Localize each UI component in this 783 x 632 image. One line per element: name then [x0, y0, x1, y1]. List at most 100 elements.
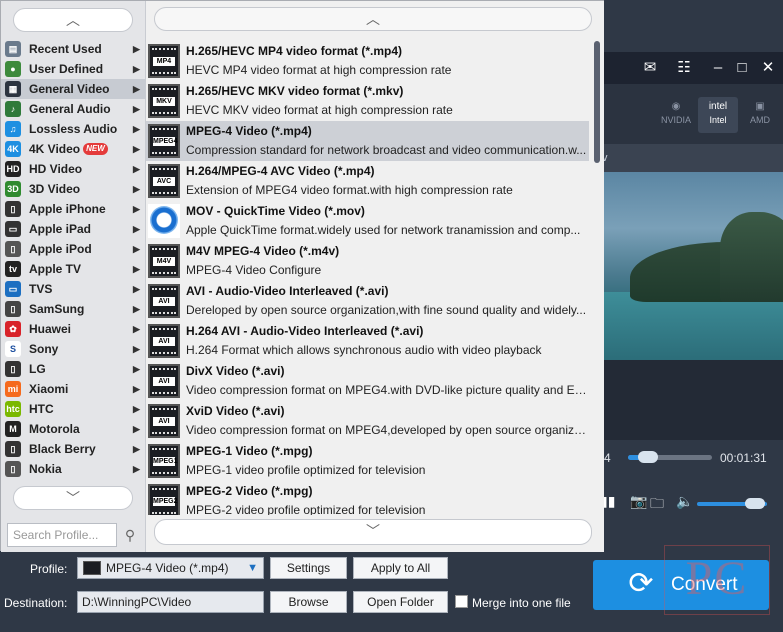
apply-to-all-button[interactable]: Apply to All	[353, 557, 448, 579]
format-description: Apple QuickTime format.widely used for n…	[186, 223, 581, 237]
category-item[interactable]: ▯ Apple iPod ▶	[1, 239, 146, 259]
register-icon[interactable]: ☷	[672, 52, 696, 84]
format-scrollbar[interactable]	[593, 41, 601, 515]
category-item[interactable]: ♫ Lossless Audio ▶	[1, 119, 146, 139]
chevron-right-icon: ▶	[133, 204, 140, 214]
category-item[interactable]: ▯ Apple iPhone ▶	[1, 199, 146, 219]
category-item[interactable]: ▯ SamSung ▶	[1, 299, 146, 319]
chevron-right-icon: ▶	[133, 404, 140, 414]
category-label: SamSung	[29, 302, 85, 316]
category-label: Apple iPod	[29, 242, 92, 256]
feedback-icon[interactable]: ✉	[638, 52, 662, 84]
format-tag: MPEG1	[153, 457, 178, 466]
category-item[interactable]: ▭ TVS ▶	[1, 279, 146, 299]
snapshot-icon[interactable]: 📷	[630, 493, 647, 510]
format-item[interactable]: MOV - QuickTime Video (*.mov) Apple Quick…	[146, 201, 589, 241]
format-scroll-up-button[interactable]: ︿	[154, 7, 592, 31]
progress-thumb[interactable]	[638, 451, 658, 463]
category-scroll-down-button[interactable]: ﹀	[13, 486, 133, 510]
category-scroll-up-button[interactable]: ︿	[13, 8, 133, 32]
category-item[interactable]: ● User Defined ▶	[1, 59, 146, 79]
category-item[interactable]: ▤ Recent Used ▶	[1, 39, 146, 59]
category-label: 3D Video	[29, 182, 81, 196]
format-item[interactable]: MKV H.265/HEVC MKV video format (*.mkv) HE…	[146, 81, 589, 121]
quicktime-icon	[148, 204, 180, 238]
format-tag: MKV	[153, 97, 175, 106]
maximize-button[interactable]: □	[730, 52, 754, 84]
format-scroll-thumb[interactable]	[594, 41, 600, 163]
preview-pane	[600, 360, 783, 440]
chevron-down-icon: ▼	[247, 562, 258, 574]
format-item[interactable]: AVC H.264/MPEG-4 AVC Video (*.mp4) Extensi…	[146, 161, 589, 201]
gpu-intel-button[interactable]: intel Intel	[698, 97, 738, 133]
convert-icon: ⟳	[628, 567, 654, 600]
category-item[interactable]: tv Apple TV ▶	[1, 259, 146, 279]
category-item[interactable]: S Sony ▶	[1, 339, 146, 359]
minimize-button[interactable]: –	[706, 52, 730, 84]
gpu-amd-button[interactable]: ▣ AMD	[740, 97, 780, 133]
merge-checkbox[interactable]	[455, 595, 468, 608]
category-item[interactable]: ▭ Apple iPad ▶	[1, 219, 146, 239]
format-description: Video compression format on MPEG4.with D…	[186, 383, 589, 397]
gpu-label: NVIDIA	[660, 115, 691, 125]
format-description: MPEG-4 Video Configure	[186, 263, 322, 277]
gpu-nvidia-button[interactable]: ◉ NVIDIA	[656, 97, 696, 133]
profile-select[interactable]: MPEG-4 Video (*.mp4) ▼	[77, 557, 264, 579]
category-label: Recent Used	[29, 42, 102, 56]
category-label: Black Berry	[29, 442, 96, 456]
format-item[interactable]: MPEG1 MPEG-1 Video (*.mpg) MPEG-1 video pr…	[146, 441, 589, 481]
search-profile-input[interactable]: Search Profile...	[7, 523, 117, 547]
huawei-icon: ✿	[5, 321, 21, 337]
search-icon[interactable]: ⚲	[119, 524, 141, 546]
app-titlebar: ✉ ☷ – □ ✕	[600, 52, 783, 84]
format-name: MPEG-1 Video (*.mpg)	[186, 444, 313, 458]
settings-button[interactable]: Settings	[270, 557, 347, 579]
format-name: H.265/HEVC MP4 video format (*.mp4)	[186, 44, 403, 58]
category-item[interactable]: 4K 4K Video NEW ▶	[1, 139, 146, 159]
category-item[interactable]: ✿ Huawei ▶	[1, 319, 146, 339]
category-item[interactable]: ▯ Nokia ▶	[1, 459, 146, 479]
destination-field[interactable]: D:\WinningPC\Video	[77, 591, 264, 613]
format-tag: AVC	[153, 177, 175, 186]
merge-label: Merge into one file	[472, 596, 571, 610]
category-item[interactable]: M Motorola ▶	[1, 419, 146, 439]
format-tag: MP4	[153, 57, 175, 66]
category-item[interactable]: ▯ Black Berry ▶	[1, 439, 146, 459]
format-scroll-down-button[interactable]: ﹀	[154, 519, 592, 545]
blackberry-icon: ▯	[5, 441, 21, 457]
film-format-icon: AVI	[148, 324, 180, 358]
category-label: General Video	[29, 82, 110, 96]
category-item[interactable]: mi Xiaomi ▶	[1, 379, 146, 399]
volume-icon[interactable]: 🔈	[676, 493, 693, 510]
format-description: Compression standard for network broadca…	[186, 143, 587, 157]
chevron-right-icon: ▶	[133, 44, 140, 54]
format-item[interactable]: AVI XviD Video (*.avi) Video compression f…	[146, 401, 589, 441]
format-item[interactable]: MPEG4 MPEG-4 Video (*.mp4) Compression sta…	[146, 121, 589, 161]
film-icon: ▦	[5, 81, 21, 97]
chevron-right-icon: ▶	[133, 64, 140, 74]
browse-button[interactable]: Browse	[270, 591, 347, 613]
format-tag: MPEG2	[153, 497, 178, 506]
volume-thumb[interactable]	[745, 498, 765, 509]
chevron-right-icon: ▶	[133, 444, 140, 454]
nvidia-logo-icon: ◉	[671, 101, 681, 112]
format-item[interactable]: MPEG2 MPEG-2 Video (*.mpg) MPEG-2 video pr…	[146, 481, 589, 515]
chevron-right-icon: ▶	[133, 424, 140, 434]
close-button[interactable]: ✕	[756, 52, 780, 84]
category-item[interactable]: htc HTC ▶	[1, 399, 146, 419]
category-item[interactable]: ♪ General Audio ▶	[1, 99, 146, 119]
category-item[interactable]: HD HD Video ▶	[1, 159, 146, 179]
format-item[interactable]: AVI H.264 AVI - Audio-Video Interleaved (…	[146, 321, 589, 361]
category-label: Huawei	[29, 322, 72, 336]
format-item[interactable]: AVI DivX Video (*.avi) Video compression f…	[146, 361, 589, 401]
chevron-right-icon: ▶	[133, 304, 140, 314]
folder-icon[interactable]: 🗀	[650, 493, 664, 517]
format-description: HEVC MKV video format at high compressio…	[186, 103, 453, 117]
format-item[interactable]: MP4 H.265/HEVC MP4 video format (*.mp4) HE…	[146, 41, 589, 81]
format-item[interactable]: AVI AVI - Audio-Video Interleaved (*.avi)…	[146, 281, 589, 321]
category-item[interactable]: 3D 3D Video ▶	[1, 179, 146, 199]
category-item[interactable]: ▦ General Video ▶	[1, 79, 146, 99]
open-folder-button[interactable]: Open Folder	[353, 591, 448, 613]
category-item[interactable]: ▯ LG ▶	[1, 359, 146, 379]
format-item[interactable]: M4V M4V MPEG-4 Video (*.m4v) MPEG-4 Video …	[146, 241, 589, 281]
